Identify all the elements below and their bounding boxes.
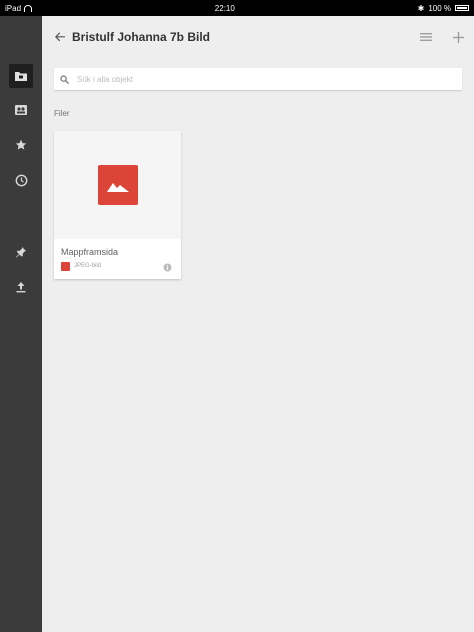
status-right: ✱ 100 % [418,4,469,13]
sidebar-rail [0,16,42,632]
status-time: 22:10 [214,3,235,13]
sidebar-item-recent[interactable] [9,168,33,192]
page-title: Bristulf Johanna 7b Bild [72,30,211,44]
sidebar-item-uploads[interactable] [9,275,33,299]
folder-icon [15,72,27,81]
pin-icon [16,247,26,258]
back-button[interactable] [48,25,72,49]
info-icon [163,263,171,271]
sidebar-item-my-drive[interactable] [9,64,33,88]
sidebar-item-shared[interactable] [9,98,33,122]
wifi-icon [24,4,33,12]
status-left: iPad [5,3,33,13]
plus-icon [452,31,464,43]
file-thumbnail[interactable] [54,131,181,239]
battery-percent: 100 % [428,3,451,13]
image-placeholder [97,165,138,205]
add-button[interactable] [446,25,470,49]
section-label-files: Filer [54,109,70,118]
file-info-button[interactable] [162,262,172,272]
device-label: iPad [5,3,22,13]
people-icon [15,105,27,115]
clock-icon [15,174,27,186]
search-bar[interactable] [54,68,462,90]
file-card[interactable]: Mappframsida JPEG-bild [54,131,181,279]
sidebar-item-offline[interactable] [9,240,33,264]
search-input[interactable] [75,73,439,85]
battery-icon [455,5,469,11]
arrow-left-icon [55,32,65,42]
upload-icon [16,282,26,293]
file-type: JPEG-bild [74,263,102,269]
list-view-button[interactable] [414,25,438,49]
image-icon [106,183,129,192]
image-type-icon [61,262,70,271]
bluetooth-icon: ✱ [417,3,425,13]
status-bar: iPad 22:10 ✱ 100 % [0,0,474,16]
sidebar-item-starred[interactable] [9,133,33,157]
header: Bristulf Johanna 7b Bild [42,16,474,58]
star-icon [15,139,27,150]
search-icon [60,74,69,84]
file-name: Mappframsida [61,247,119,257]
list-icon [420,33,432,41]
